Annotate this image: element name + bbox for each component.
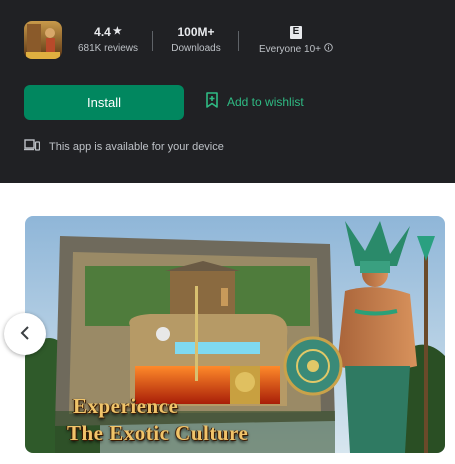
- content-rating-stat[interactable]: E Everyone 10+: [254, 24, 338, 55]
- screenshot-caption-line2: The Exotic Culture: [67, 421, 249, 445]
- add-to-wishlist-button[interactable]: Add to wishlist: [205, 92, 304, 111]
- downloads-label: Downloads: [171, 43, 221, 54]
- rating-value: 4.4: [94, 25, 111, 39]
- device-availability: This app is available for your device: [24, 139, 224, 154]
- devices-icon: [24, 139, 41, 154]
- star-icon: ★: [112, 26, 122, 37]
- screenshot-caption-line1: Experience: [73, 394, 179, 418]
- info-icon[interactable]: [324, 43, 333, 55]
- stat-divider: [238, 31, 239, 51]
- stat-divider: [152, 31, 153, 51]
- rating-stat: 4.4 ★ 681K reviews: [76, 24, 140, 54]
- app-header: 4.4 ★ 681K reviews 100M+ Downloads E Ever…: [0, 0, 455, 183]
- reviews-count: 681K reviews: [77, 43, 139, 54]
- content-rating-badge-letter: E: [292, 26, 300, 37]
- downloads-value: 100M+: [177, 25, 215, 39]
- app-icon[interactable]: [24, 21, 62, 59]
- bookmark-add-icon: [205, 92, 219, 111]
- content-rating-badge-icon: E: [290, 25, 302, 39]
- availability-text: This app is available for your device: [49, 140, 224, 153]
- install-button[interactable]: Install: [24, 85, 184, 120]
- downloads-stat: 100M+ Downloads: [166, 24, 226, 54]
- content-rating-label: Everyone 10+: [259, 43, 321, 55]
- game-screenshot[interactable]: Experience The Exotic Culture: [25, 216, 445, 453]
- wishlist-label: Add to wishlist: [227, 94, 304, 109]
- chevron-left-icon: [19, 325, 31, 344]
- carousel-previous-button[interactable]: [4, 313, 46, 355]
